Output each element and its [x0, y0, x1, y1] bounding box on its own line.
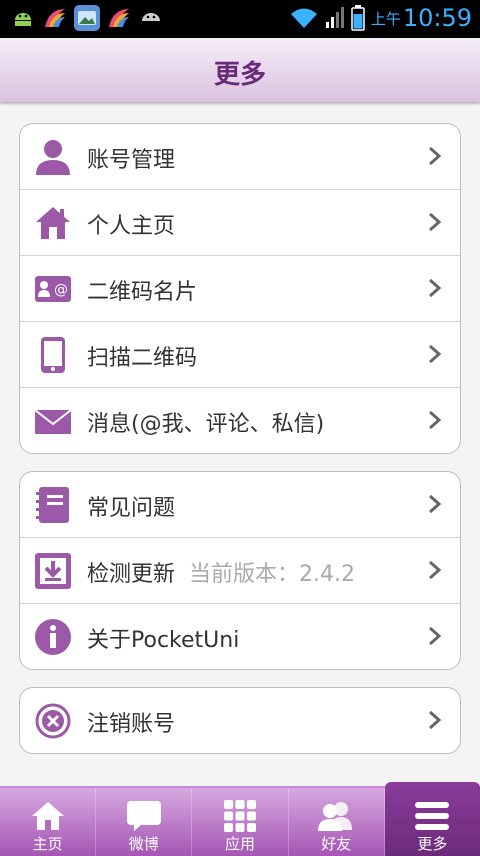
contact-card-icon: @ [34, 270, 72, 308]
chevron-right-icon [429, 344, 442, 364]
system-icons: 上午 10:59 [289, 4, 472, 32]
menu-item-label: 常见问题 [87, 496, 176, 521]
tab-weibo[interactable]: 微博 [96, 788, 193, 856]
tab-label: 更多 [417, 835, 448, 853]
android-debug-icon [10, 5, 36, 31]
chevron-right-icon [429, 494, 442, 514]
menu-item-logout[interactable]: 注销账号 [20, 688, 460, 753]
app-notification-icon-2 [106, 5, 132, 31]
menu-item-check-update[interactable]: 检测更新 当前版本：2.4.2 [20, 538, 460, 604]
battery-icon [351, 5, 365, 31]
menu-icon [412, 798, 452, 834]
clock: 10:59 [402, 4, 472, 32]
title-bar: 更多 [0, 38, 480, 102]
chat-bubble-icon [124, 798, 164, 834]
menu-item-personal-homepage[interactable]: 个人主页 [20, 190, 460, 256]
friends-icon [316, 798, 356, 834]
photo-app-icon [74, 5, 100, 31]
svg-text:@: @ [54, 282, 68, 298]
grid-icon [220, 798, 260, 834]
menu-item-label: 关于PocketUni [87, 628, 240, 653]
chevron-right-icon [429, 410, 442, 430]
menu-item-qr-card[interactable]: @ 二维码名片 [20, 256, 460, 322]
chevron-right-icon [429, 146, 442, 166]
phone-icon [34, 336, 72, 374]
menu-item-label: 账号管理 [87, 148, 176, 173]
chevron-right-icon [429, 560, 442, 580]
person-icon [34, 138, 72, 176]
current-version: 当前版本：2.4.2 [189, 562, 355, 587]
home-icon [28, 798, 68, 834]
notebook-icon [34, 486, 72, 524]
tab-friends[interactable]: 好友 [289, 788, 385, 856]
account-menu-group: 账号管理 个人主页 @ 二维码名片 扫描二维码 消息(@我、评论、私信) [19, 123, 461, 454]
chevron-right-icon [429, 626, 442, 646]
logout-group: 注销账号 [19, 687, 461, 754]
update-label: 检测更新 [87, 562, 176, 587]
envelope-icon [34, 402, 72, 440]
app-notification-icon [42, 5, 68, 31]
am-pm-label: 上午 [370, 9, 401, 28]
notification-icons [10, 5, 164, 31]
home-icon [34, 204, 72, 242]
bottom-tab-bar: 主页 微博 应用 好友 更多 [0, 782, 480, 856]
tab-apps[interactable]: 应用 [192, 788, 289, 856]
tab-label: 主页 [32, 835, 63, 853]
wifi-icon [290, 8, 317, 28]
menu-item-label: 扫描二维码 [87, 346, 198, 371]
menu-item-scan-qr[interactable]: 扫描二维码 [20, 322, 460, 388]
close-circle-icon [34, 702, 72, 740]
menu-item-about[interactable]: 关于PocketUni [20, 604, 460, 669]
info-icon [34, 618, 72, 656]
tab-label: 好友 [321, 835, 352, 853]
chevron-right-icon [429, 278, 442, 298]
tab-label: 应用 [225, 835, 256, 853]
menu-item-account-management[interactable]: 账号管理 [20, 124, 460, 190]
chevron-right-icon [429, 710, 442, 730]
menu-item-label: 消息(@我、评论、私信) [87, 412, 325, 437]
menu-item-label: 注销账号 [87, 712, 176, 737]
menu-item-label: 检测更新 当前版本：2.4.2 [87, 556, 355, 588]
menu-item-messages[interactable]: 消息(@我、评论、私信) [20, 388, 460, 453]
menu-item-label: 个人主页 [87, 214, 176, 239]
tab-more[interactable]: 更多 [384, 782, 480, 856]
page-title: 更多 [213, 60, 266, 90]
status-bar: 上午 10:59 [0, 0, 480, 38]
chevron-right-icon [429, 212, 442, 232]
download-update-icon [34, 552, 72, 590]
signal-icon [325, 7, 344, 28]
menu-item-label: 二维码名片 [87, 280, 198, 305]
android-icon [138, 5, 164, 31]
tab-home[interactable]: 主页 [0, 788, 97, 856]
menu-item-faq[interactable]: 常见问题 [20, 472, 460, 538]
tab-label: 微博 [128, 835, 159, 853]
help-menu-group: 常见问题 检测更新 当前版本：2.4.2 关于PocketUni [19, 471, 461, 670]
